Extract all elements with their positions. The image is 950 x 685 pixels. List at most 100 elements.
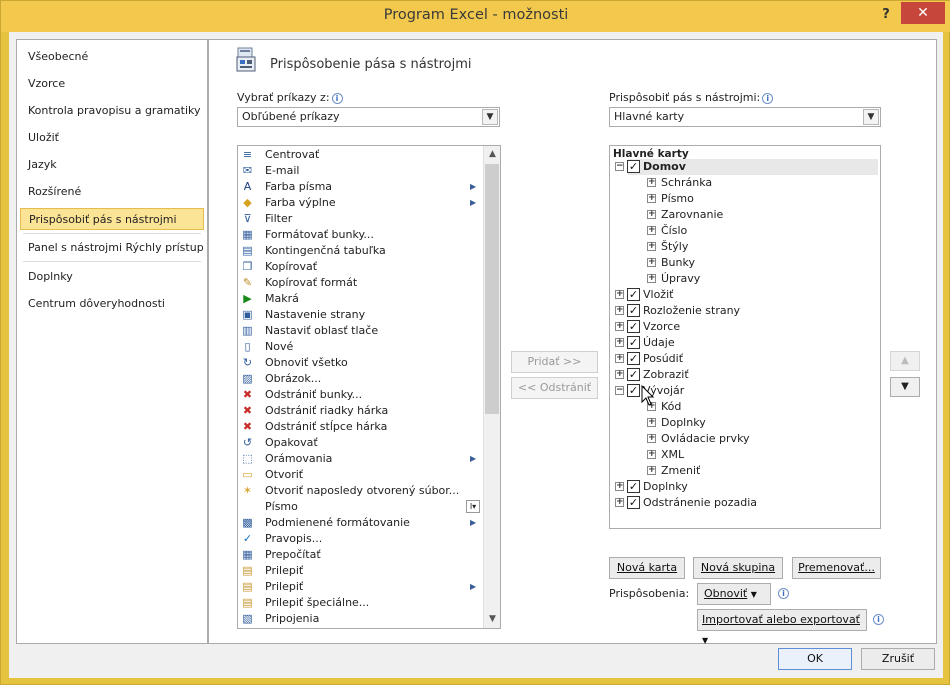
tab-checkbox[interactable]: ✓ <box>627 368 640 381</box>
expand-icon[interactable]: + <box>647 466 656 475</box>
command-item[interactable]: ✖ Odstrániť stĺpce hárka <box>238 419 484 435</box>
command-item[interactable]: ⊽ Filter <box>238 211 484 227</box>
nav-item-2[interactable]: Vzorce <box>20 73 204 95</box>
command-item[interactable]: ❐ Kopírovať <box>238 259 484 275</box>
expand-icon[interactable]: + <box>647 194 656 203</box>
nav-item-9[interactable]: Doplnky <box>20 266 204 288</box>
help-button[interactable]: ? <box>875 4 897 26</box>
chevron-down-icon[interactable]: ▼ <box>863 109 879 125</box>
scroll-thumb[interactable] <box>485 164 499 414</box>
tab-checkbox[interactable]: ✓ <box>627 304 640 317</box>
command-item[interactable]: ▦ Prepočítať <box>238 547 484 563</box>
command-item[interactable]: ▣ Nastavenie strany <box>238 307 484 323</box>
expand-icon[interactable]: + <box>647 434 656 443</box>
tab-checkbox[interactable]: ✓ <box>627 352 640 365</box>
expand-icon[interactable]: + <box>647 450 656 459</box>
expand-icon[interactable]: + <box>647 178 656 187</box>
ribbon-tree[interactable]: Hlavné karty − ✓ Domov + Schránka + Písmo + Zaro… <box>609 145 881 529</box>
remove-button[interactable]: << Odstrániť <box>511 377 598 399</box>
ok-button[interactable]: OK <box>778 648 852 670</box>
nav-item-8[interactable]: Panel s nástrojmi Rýchly prístup <box>20 237 204 259</box>
tree-node[interactable]: + Zmeniť <box>610 463 880 479</box>
expand-icon[interactable]: + <box>647 258 656 267</box>
nav-item-7[interactable]: Prispôsobiť pás s nástrojmi <box>20 208 204 230</box>
command-item[interactable]: ▭ Otvoriť <box>238 467 484 483</box>
tab-checkbox[interactable]: ✓ <box>627 320 640 333</box>
add-button[interactable]: Pridať >> <box>511 351 598 373</box>
expand-icon[interactable]: + <box>647 210 656 219</box>
nav-item-1[interactable]: Všeobecné <box>20 46 204 68</box>
expand-icon[interactable]: + <box>615 354 624 363</box>
tab-checkbox[interactable]: ✓ <box>627 384 640 397</box>
command-item[interactable]: ▥ Nastaviť oblasť tlače <box>238 323 484 339</box>
choose-commands-combo[interactable]: Obľúbené príkazy ▼ <box>237 107 500 127</box>
command-item[interactable]: ✖ Odstrániť bunky... <box>238 387 484 403</box>
tree-node[interactable]: + ✓ Posúdiť <box>610 351 880 367</box>
expand-icon[interactable]: + <box>615 370 624 379</box>
import-export-button[interactable]: Importovať alebo exportovať ▼ <box>697 609 867 645</box>
command-item[interactable]: Písmo I▾ <box>238 499 484 515</box>
tree-node[interactable]: − ✓ Domov <box>610 159 880 175</box>
tree-node[interactable]: + Číslo <box>610 223 880 239</box>
info-icon[interactable]: i <box>778 588 789 599</box>
tab-checkbox[interactable]: ✓ <box>627 480 640 493</box>
tree-node[interactable]: + Písmo <box>610 191 880 207</box>
tree-node[interactable]: + ✓ Zobraziť <box>610 367 880 383</box>
tree-node[interactable]: + ✓ Doplnky <box>610 479 880 495</box>
command-item[interactable]: ▤ Kontingenčná tabuľka <box>238 243 484 259</box>
info-icon[interactable]: i <box>331 92 343 104</box>
new-tab-button[interactable]: Nová karta <box>609 557 685 579</box>
command-item[interactable]: ▤ Prilepiť <box>238 563 484 579</box>
command-item[interactable]: ▦ Formátovať bunky... <box>238 227 484 243</box>
tree-node[interactable]: + Štýly <box>610 239 880 255</box>
tree-node[interactable]: + ✓ Údaje <box>610 335 880 351</box>
reset-button[interactable]: Obnoviť ▼ <box>697 583 771 605</box>
command-item[interactable]: ▧ Pripojenia <box>238 611 484 627</box>
commands-scrollbar[interactable]: ▲ ▼ <box>483 146 500 628</box>
command-item[interactable]: ⬚ Orámovania ▶ <box>238 451 484 467</box>
tree-node[interactable]: + Doplnky <box>610 415 880 431</box>
expand-icon[interactable]: + <box>647 274 656 283</box>
expand-icon[interactable]: + <box>647 226 656 235</box>
tree-node[interactable]: + Ovládacie prvky <box>610 431 880 447</box>
expand-icon[interactable]: + <box>647 418 656 427</box>
expand-icon[interactable]: + <box>647 242 656 251</box>
tree-node[interactable]: + ✓ Vložiť <box>610 287 880 303</box>
command-item[interactable]: ▤ Prilepiť ▶ <box>238 579 484 595</box>
tree-node[interactable]: + Schránka <box>610 175 880 191</box>
collapse-icon[interactable]: − <box>615 162 624 171</box>
move-down-button[interactable]: ▼ <box>890 377 920 397</box>
command-item[interactable]: ≡ Centrovať <box>238 147 484 163</box>
tab-checkbox[interactable]: ✓ <box>627 336 640 349</box>
expand-icon[interactable]: + <box>615 482 624 491</box>
expand-icon[interactable]: + <box>615 290 624 299</box>
nav-item-5[interactable]: Jazyk <box>20 154 204 176</box>
new-group-button[interactable]: Nová skupina <box>693 557 783 579</box>
command-item[interactable]: ✖ Odstrániť riadky hárka <box>238 403 484 419</box>
tree-node[interactable]: + ✓ Vzorce <box>610 319 880 335</box>
info-icon[interactable]: i <box>762 92 774 104</box>
command-item[interactable]: ↻ Obnoviť všetko <box>238 355 484 371</box>
tree-node[interactable]: + ✓ Odstránenie pozadia <box>610 495 880 511</box>
tree-node[interactable]: + XML <box>610 447 880 463</box>
command-item[interactable]: ↺ Opakovať <box>238 435 484 451</box>
command-item[interactable]: ✶ Otvoriť naposledy otvorený súbor... <box>238 483 484 499</box>
rename-button[interactable]: Premenovať... <box>792 557 881 579</box>
expand-icon[interactable]: + <box>615 322 624 331</box>
scroll-down-icon[interactable]: ▼ <box>484 611 500 628</box>
info-icon[interactable]: i <box>873 614 884 625</box>
tree-node[interactable]: + Úpravy <box>610 271 880 287</box>
customize-ribbon-combo[interactable]: Hlavné karty ▼ <box>609 107 881 127</box>
command-item[interactable]: ▯ Nové <box>238 339 484 355</box>
command-item[interactable]: ◆ Farba výplne ▶ <box>238 195 484 211</box>
collapse-icon[interactable]: − <box>615 386 624 395</box>
expand-icon[interactable]: + <box>615 498 624 507</box>
expand-icon[interactable]: + <box>615 306 624 315</box>
command-item[interactable]: ▩ Podmienené formátovanie ▶ <box>238 515 484 531</box>
chevron-down-icon[interactable]: ▼ <box>482 109 498 125</box>
nav-item-4[interactable]: Uložiť <box>20 127 204 149</box>
command-item[interactable]: A Farba písma ▶ <box>238 179 484 195</box>
nav-item-10[interactable]: Centrum dôveryhodnosti <box>20 293 204 315</box>
commands-list[interactable]: ▧ Pripojenia ▤ Prilepiť špeciálne... ▤ Prilep… <box>237 145 501 629</box>
move-up-button[interactable]: ▲ <box>890 351 920 371</box>
